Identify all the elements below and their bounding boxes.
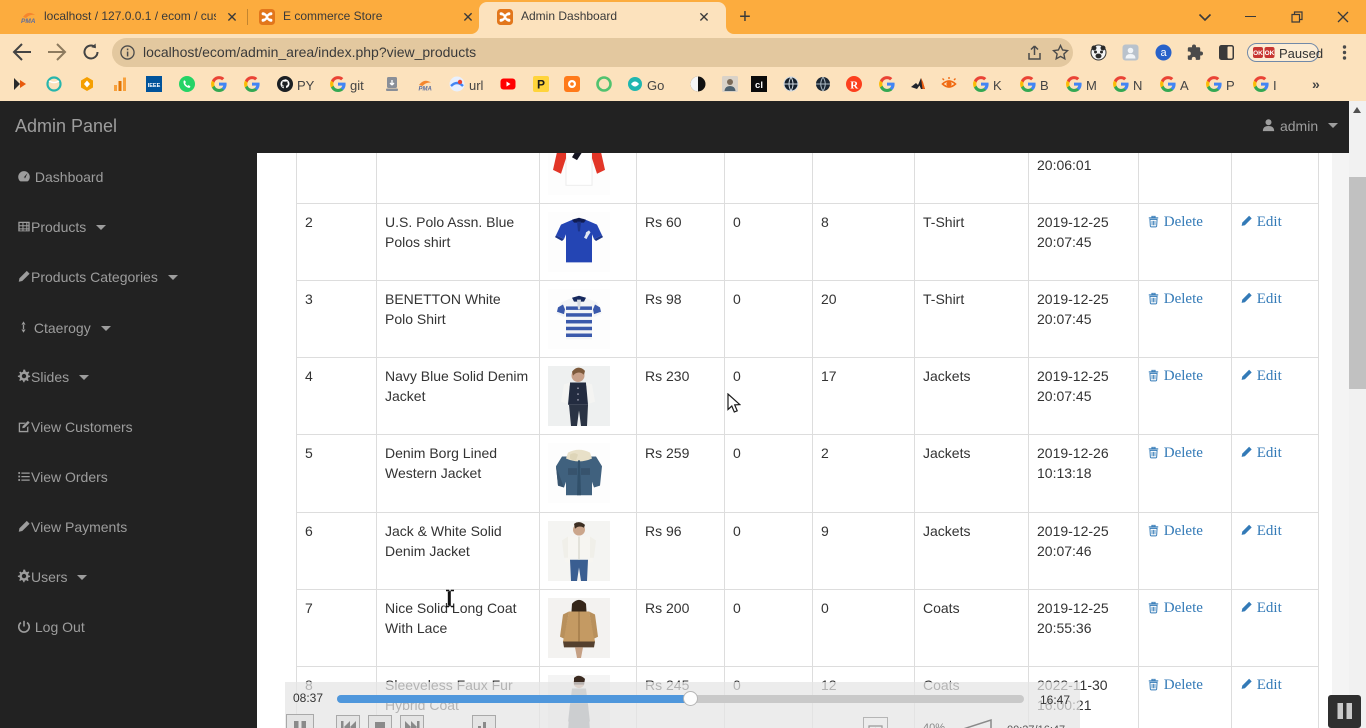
svg-text:P: P	[537, 78, 545, 92]
svg-text:PMA: PMA	[21, 18, 36, 25]
svg-text:R: R	[850, 79, 859, 91]
svg-text:IEEE: IEEE	[148, 83, 161, 89]
svg-text:PMA: PMA	[419, 87, 432, 93]
svg-text:cl: cl	[755, 80, 763, 91]
svg-text:a: a	[1160, 47, 1167, 59]
svg-text:OK: OK	[1265, 50, 1275, 57]
svg-text:OK: OK	[1253, 50, 1263, 57]
